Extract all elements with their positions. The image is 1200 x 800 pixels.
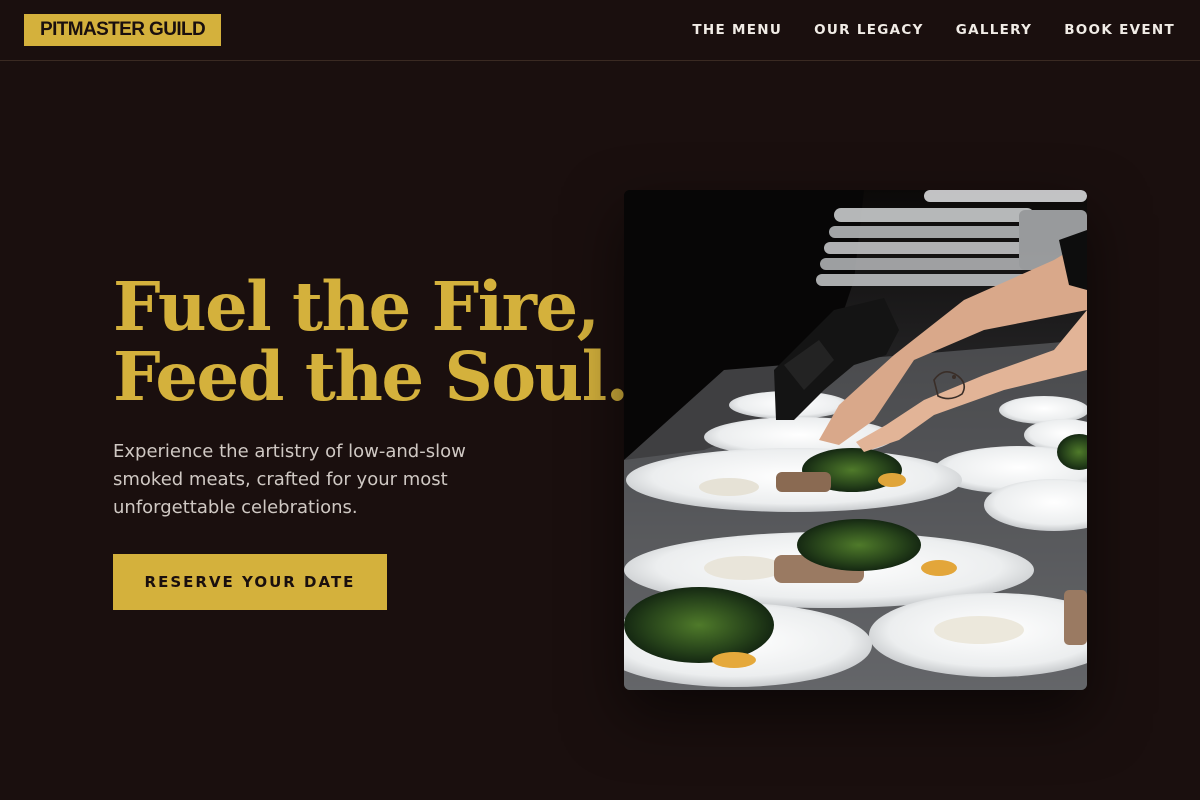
nav-item-legacy[interactable]: OUR LEGACY: [814, 22, 924, 38]
page: PITMASTER GUILD THE MENU OUR LEGACY GALL…: [0, 0, 1200, 800]
logo[interactable]: PITMASTER GUILD: [24, 14, 222, 46]
hero-title: Fuel the Fire, Feed the Soul.: [113, 267, 629, 416]
nav-item-gallery[interactable]: GALLERY: [956, 22, 1033, 38]
hero-title-line-2: Feed the Soul.: [113, 337, 629, 416]
hero-subtitle: Experience the artistry of low-and-slow …: [113, 441, 466, 518]
nav-item-book-event[interactable]: BOOK EVENT: [1064, 22, 1175, 38]
main-nav: THE MENU OUR LEGACY GALLERY BOOK EVENT: [692, 22, 1176, 38]
hero-image: [624, 190, 1087, 690]
hero-title-line-1: Fuel the Fire,: [113, 267, 600, 346]
nav-item-menu[interactable]: THE MENU: [692, 22, 782, 38]
site-header: PITMASTER GUILD THE MENU OUR LEGACY GALL…: [0, 0, 1200, 61]
reserve-date-button[interactable]: RESERVE YOUR DATE: [113, 554, 387, 610]
